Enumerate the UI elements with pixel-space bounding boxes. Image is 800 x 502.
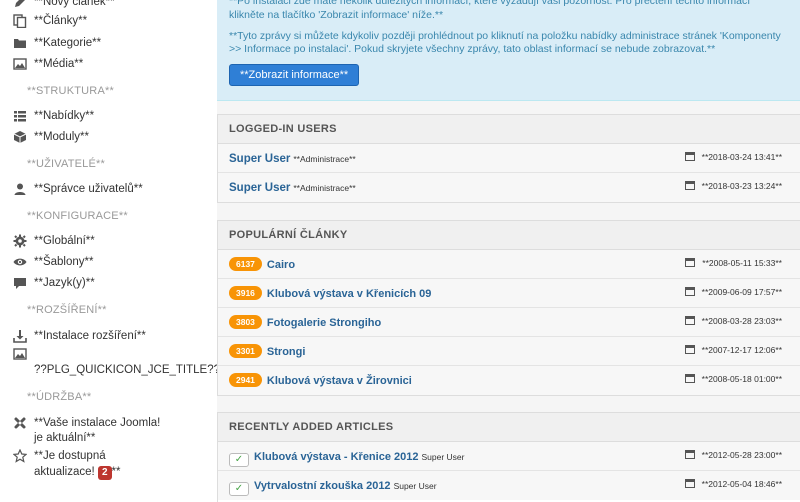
date-text: **2009-06-09 17:57** — [701, 287, 782, 297]
image-icon — [13, 57, 27, 71]
date-text: **2008-05-11 15:33** — [702, 258, 782, 268]
gear-icon — [13, 234, 27, 248]
sidebar-item-new-article[interactable]: **Nový článek** — [15, 0, 115, 10]
sidebar-item-joomla-status-line2[interactable]: je aktuální** — [34, 430, 95, 446]
sidebar-item-media[interactable]: **Média** — [13, 56, 83, 72]
hits-badge: 6137 — [229, 257, 262, 271]
download-icon — [13, 329, 27, 343]
sidebar-item-updates[interactable]: **Je dostupná — [13, 448, 106, 464]
table-row: ✓ Vytrvalostní zkouška 2012 Super User **2… — [218, 471, 800, 500]
sidebar-item-menus[interactable]: **Nabídky** — [14, 108, 94, 124]
recent-articles-panel: RECENTLY ADDED ARTICLES ✓ Klubová výstava… — [217, 412, 800, 502]
article-link[interactable]: Klubová výstava v Křenicích 09 — [267, 288, 431, 300]
user-icon — [13, 182, 27, 196]
article-link[interactable]: Klubová výstava v Žirovnici — [267, 375, 412, 387]
info-text-line3: **Tyto zprávy si můžete kdykoliv později… — [229, 30, 781, 42]
calendar-icon — [684, 181, 695, 190]
published-check-icon[interactable]: ✓ — [229, 453, 249, 467]
sidebar-item-joomla-status[interactable]: **Vaše instalace Joomla! — [14, 415, 160, 431]
date-text: **2018-03-23 13:24** — [701, 181, 782, 191]
list-icon — [13, 109, 27, 123]
article-link[interactable]: Vytrvalostní zkouška 2012 — [254, 480, 391, 492]
sidebar-heading-users: **UŽIVATELÉ** — [27, 158, 105, 170]
user-link[interactable]: Super User — [229, 182, 290, 194]
table-row: 2941 Klubová výstava v Žirovnici **2008-0… — [218, 366, 800, 395]
info-text-line1: **Po instalaci zde máte několik důležitý… — [229, 0, 751, 7]
calendar-icon — [684, 374, 695, 383]
hits-badge: 2941 — [229, 373, 262, 387]
calendar-icon — [684, 345, 695, 354]
cube-icon — [13, 130, 27, 144]
sidebar-item-languages[interactable]: **Jazyk(y)** — [14, 275, 95, 291]
sidebar-heading-maintenance: **ÚDRŽBA** — [27, 391, 92, 403]
date-text: **2012-05-04 18:46** — [701, 479, 782, 489]
panel-title: LOGGED-IN USERS — [218, 115, 800, 144]
panel-title: POPULÁRNÍ ČLÁNKY — [218, 221, 800, 250]
info-text-line2: klikněte na tlačítko 'Zobrazit informace… — [229, 9, 444, 21]
comment-icon — [13, 276, 27, 290]
calendar-icon — [684, 152, 695, 161]
sidebar-item-updates-line2[interactable]: aktualizace! 2 ** — [34, 464, 120, 480]
sidebar-item-user-manager[interactable]: **Správce uživatelů** — [14, 181, 143, 197]
calendar-icon — [685, 258, 696, 267]
date-text: **2008-03-28 23:03** — [701, 316, 782, 326]
star-icon — [13, 449, 27, 463]
folder-icon — [13, 36, 27, 50]
calendar-icon — [684, 479, 695, 488]
sidebar-heading-extensions: **ROZŠÍŘENÍ** — [27, 304, 107, 316]
article-author: Super User — [393, 481, 437, 491]
image-icon — [13, 347, 27, 361]
table-row: 3301 Strongi **2007-12-17 12:06** — [218, 337, 800, 366]
article-link[interactable]: Fotogalerie Strongiho — [267, 317, 381, 329]
calendar-icon — [684, 450, 695, 459]
article-link[interactable]: Cairo — [267, 259, 295, 271]
article-author: Super User — [421, 452, 465, 462]
user-role: **Administrace** — [293, 154, 356, 164]
table-row: Super User **Administrace** **2018-03-24 … — [218, 144, 800, 173]
eye-icon — [13, 255, 27, 269]
sidebar-item-global[interactable]: **Globální** — [13, 233, 95, 249]
sidebar-item-templates[interactable]: **Šablony** — [13, 254, 93, 270]
sidebar-item-categories[interactable]: **Kategorie** — [14, 35, 101, 51]
calendar-icon — [684, 316, 695, 325]
logged-in-users-panel: LOGGED-IN USERS Super User **Administrace… — [217, 114, 800, 203]
hits-badge: 3301 — [229, 344, 262, 358]
postinstall-info-box: **Po instalaci zde máte několik důležitý… — [217, 0, 800, 101]
panel-title: RECENTLY ADDED ARTICLES — [218, 413, 800, 442]
sidebar-item-install-extensions[interactable]: **Instalace rozšíření** — [13, 328, 146, 344]
sidebar-heading-structure: **STRUKTURA** — [27, 85, 114, 97]
sidebar-item-jce-label[interactable]: ??PLG_QUICKICON_JCE_TITLE?? — [34, 362, 220, 378]
show-info-button[interactable]: **Zobrazit informace** — [229, 64, 360, 86]
popular-articles-panel: POPULÁRNÍ ČLÁNKY 6137 Cairo **2008-05-11 … — [217, 220, 800, 396]
table-row: Super User **Administrace** **2018-03-23 … — [218, 173, 800, 202]
pencil-icon — [13, 0, 27, 9]
article-link[interactable]: Klubová výstava - Křenice 2012 — [254, 451, 418, 463]
hits-badge: 3803 — [229, 315, 262, 329]
article-link[interactable]: Strongi — [267, 346, 306, 358]
table-row: 3803 Fotogalerie Strongiho **2008-03-28 2… — [218, 308, 800, 337]
sidebar-item-modules[interactable]: **Moduly** — [13, 129, 89, 145]
copy-icon — [13, 14, 27, 28]
date-text: **2012-05-28 23:00** — [701, 450, 782, 460]
table-row: 6137 Cairo **2008-05-11 15:33** — [218, 250, 800, 279]
date-text: **2008-05-18 01:00** — [701, 374, 782, 384]
user-role: **Administrace** — [293, 183, 356, 193]
calendar-icon — [684, 287, 695, 296]
update-count-badge: 2 — [97, 466, 112, 480]
sidebar-item-articles[interactable]: **Články** — [13, 13, 87, 29]
sidebar-heading-configuration: **KONFIGURACE** — [27, 210, 128, 222]
sidebar: **Nový článek** **Články** **Kategorie**… — [0, 0, 220, 502]
info-text-line4: >> Informace po instalaci'. Pokud skryje… — [229, 43, 716, 55]
joomla-icon — [13, 416, 27, 430]
table-row: 3916 Klubová výstava v Křenicích 09 **200… — [218, 279, 800, 308]
hits-badge: 3916 — [229, 286, 262, 300]
date-text: **2018-03-24 13:41** — [701, 152, 782, 162]
table-row: ✓ Klubová výstava - Křenice 2012 Super Use… — [218, 442, 800, 471]
published-check-icon[interactable]: ✓ — [229, 482, 249, 496]
user-link[interactable]: Super User — [229, 153, 290, 165]
date-text: **2007-12-17 12:06** — [701, 345, 782, 355]
